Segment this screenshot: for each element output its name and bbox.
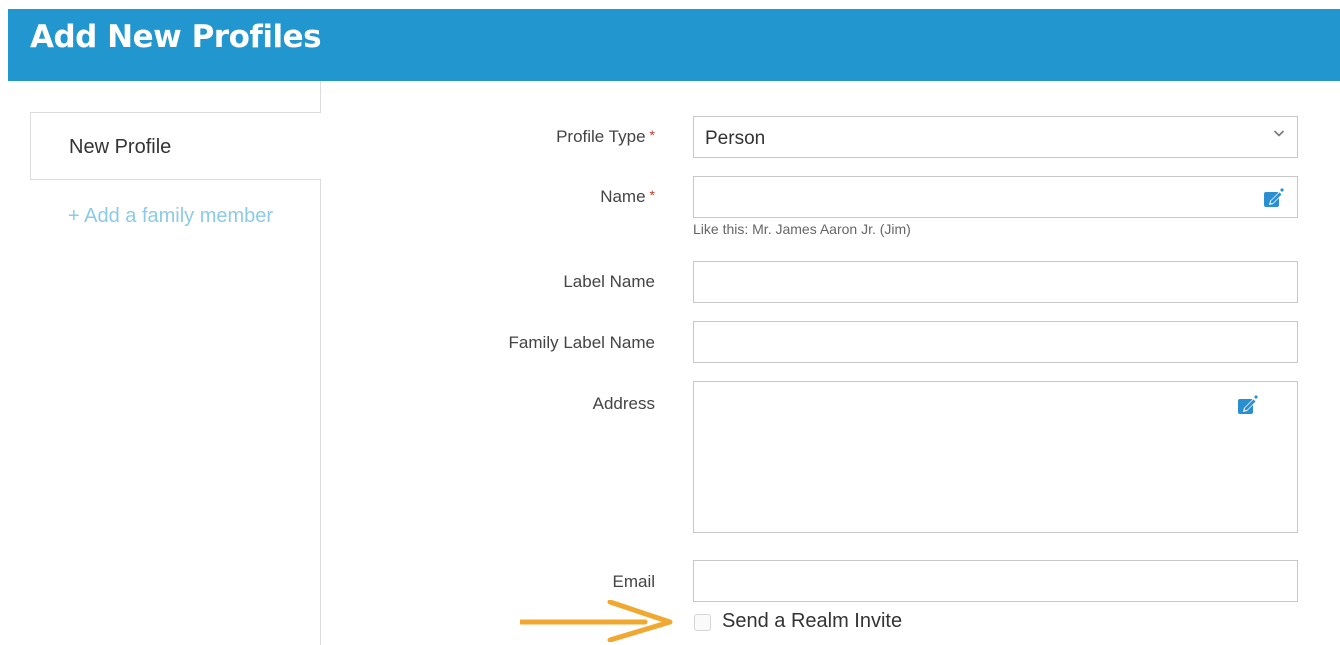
realm-invite-label[interactable]: Send a Realm Invite xyxy=(722,610,902,633)
label-name-input[interactable] xyxy=(693,261,1298,303)
profile-type-select[interactable]: Person xyxy=(693,116,1298,158)
edit-icon[interactable] xyxy=(1237,394,1259,416)
family-label-name-input[interactable] xyxy=(693,321,1298,363)
edit-icon[interactable] xyxy=(1263,187,1285,209)
page-title: Add New Profiles xyxy=(30,19,322,55)
chevron-down-icon xyxy=(1273,130,1285,137)
email-input[interactable] xyxy=(693,560,1298,602)
name-input[interactable] xyxy=(693,176,1298,218)
annotation-arrow-icon xyxy=(520,600,673,642)
page-header: Add New Profiles xyxy=(8,9,1340,81)
name-hint: Like this: Mr. James Aaron Jr. (Jim) xyxy=(693,221,911,237)
tab-new-profile-label: New Profile xyxy=(69,136,172,158)
required-mark: * xyxy=(649,187,655,203)
tab-new-profile[interactable]: New Profile xyxy=(30,112,321,180)
required-mark: * xyxy=(649,127,655,143)
email-label: Email xyxy=(612,572,655,591)
family-label-name-label: Family Label Name xyxy=(508,333,655,352)
profile-type-value: Person xyxy=(705,128,766,149)
address-field[interactable] xyxy=(693,381,1298,533)
profile-type-label: Profile Type * xyxy=(556,127,655,146)
realm-invite-checkbox[interactable] xyxy=(694,614,711,631)
label-name-label: Label Name xyxy=(563,272,655,291)
address-label: Address xyxy=(592,394,655,413)
add-family-member-link[interactable]: + Add a family member xyxy=(68,205,273,228)
name-label: Name * xyxy=(600,187,655,206)
